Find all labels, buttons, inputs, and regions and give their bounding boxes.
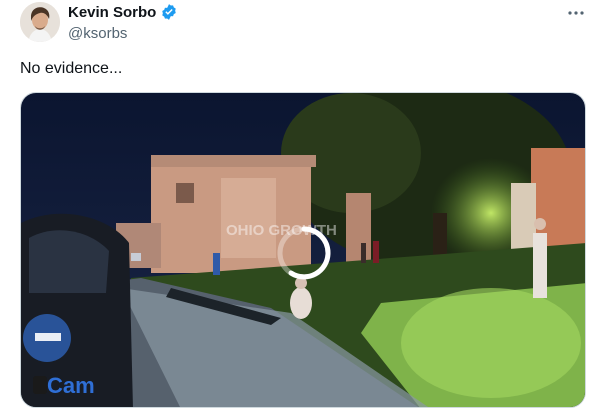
author-name-row: Kevin Sorbo — [68, 3, 178, 21]
tweet: Kevin Sorbo @ksorbs No evidence... Cam O… — [0, 0, 593, 414]
tweet-text: No evidence... — [20, 60, 123, 77]
handle[interactable]: @ksorbs — [68, 25, 127, 42]
video-player[interactable]: Cam OHIO GROWTH — [20, 92, 586, 408]
video-frame: Cam OHIO GROWTH — [21, 93, 585, 407]
display-name[interactable]: Kevin Sorbo — [68, 4, 156, 21]
avatar-image — [20, 2, 60, 42]
more-horizontal-icon[interactable] — [566, 6, 586, 20]
bodycam-label: Cam — [47, 373, 95, 398]
verified-badge-icon — [162, 4, 177, 20]
avatar[interactable] — [20, 2, 60, 42]
